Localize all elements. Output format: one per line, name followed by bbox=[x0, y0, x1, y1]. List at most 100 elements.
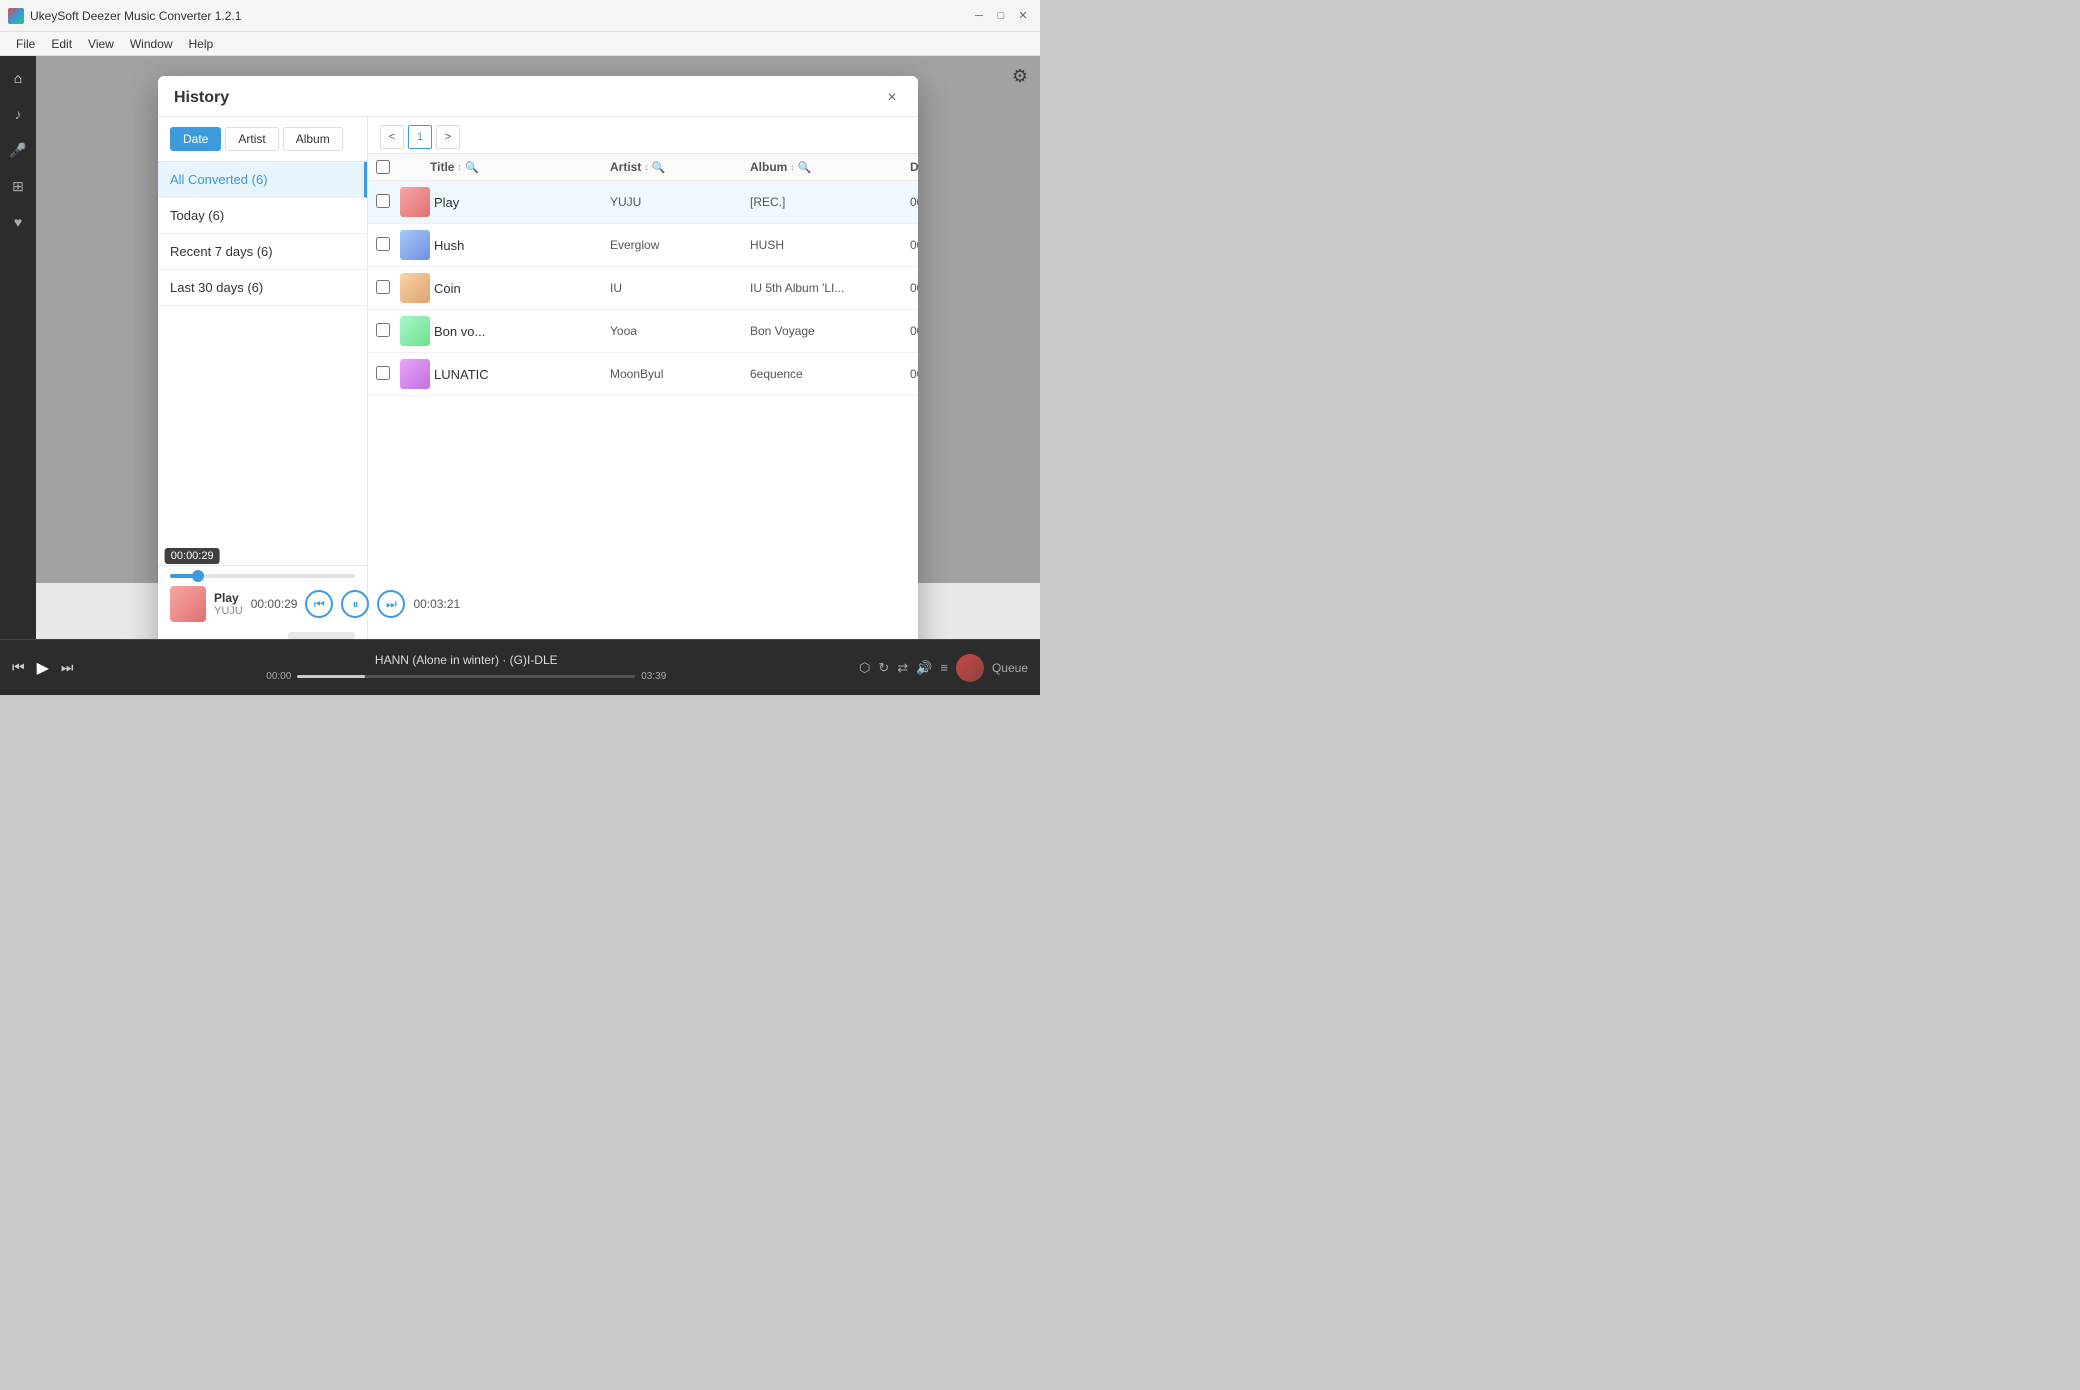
table-row: Coin IU IU 5th Album 'LI... 00:03:13 ▶ 📁… bbox=[368, 267, 918, 310]
th-album: Album ↕ 🔍 bbox=[750, 160, 910, 174]
left-panel: Date Artist Album All Converted (6) Toda… bbox=[158, 117, 368, 639]
row-checkbox[interactable] bbox=[376, 366, 390, 380]
table-row: Hush Everglow HUSH 00:02:44 ▶ 📁 🗑 bbox=[368, 224, 918, 267]
player-play-button[interactable]: ▶ bbox=[37, 658, 49, 678]
app-content: ⚙ History × Da bbox=[36, 56, 1040, 639]
menu-view[interactable]: View bbox=[80, 35, 122, 53]
filter-tab-album[interactable]: Album bbox=[283, 127, 343, 151]
row-title: Play bbox=[430, 195, 610, 210]
main-area: ⌂ ♪ 🎤 ⊞ ♥ ⚙ History × bbox=[0, 56, 1040, 639]
row-checkbox[interactable] bbox=[376, 237, 390, 251]
modal-title: History bbox=[174, 89, 229, 107]
row-duration: 00:03:21 bbox=[910, 195, 918, 209]
title-search-icon[interactable]: 🔍 bbox=[465, 161, 479, 174]
artist-search-icon[interactable]: 🔍 bbox=[652, 161, 666, 174]
row-artist: YUJU bbox=[610, 195, 750, 209]
filter-tab-date[interactable]: Date bbox=[170, 127, 221, 151]
menu-edit[interactable]: Edit bbox=[43, 35, 80, 53]
album-search-icon[interactable]: 🔍 bbox=[798, 161, 812, 174]
row-title: LUNATIC bbox=[430, 367, 610, 382]
menu-window[interactable]: Window bbox=[122, 35, 181, 53]
sidebar-heart[interactable]: ♥ bbox=[4, 208, 32, 236]
row-album-art bbox=[400, 316, 430, 346]
player-shuffle-button[interactable]: ⇄ bbox=[897, 660, 908, 676]
row-checkbox[interactable] bbox=[376, 194, 390, 208]
row-album: IU 5th Album 'LI... bbox=[750, 281, 910, 295]
player-cast-button[interactable]: ⬡ bbox=[859, 660, 870, 676]
row-checkbox[interactable] bbox=[376, 280, 390, 294]
delete-button[interactable]: Delete bbox=[288, 632, 355, 639]
history-item-7days[interactable]: Recent 7 days (6) bbox=[158, 234, 367, 270]
page-current-button[interactable]: 1 bbox=[408, 125, 432, 149]
player-next-button[interactable]: ⏭ bbox=[61, 659, 74, 676]
mini-current-time: 00:00:29 bbox=[251, 597, 298, 611]
player-bar: ⏮ ▶ ⏭ HANN (Alone in winter) · (G)I-DLE … bbox=[0, 639, 1040, 695]
close-button[interactable]: ✕ bbox=[1014, 7, 1032, 25]
th-title-label: Title bbox=[430, 160, 454, 174]
filter-tab-artist[interactable]: Artist bbox=[225, 127, 278, 151]
row-checkbox-cell bbox=[376, 194, 400, 211]
app-title: UkeySoft Deezer Music Converter 1.2.1 bbox=[30, 9, 970, 23]
app-window: UkeySoft Deezer Music Converter 1.2.1 ─ … bbox=[0, 0, 1040, 695]
row-album-art bbox=[400, 359, 430, 389]
player-avatar bbox=[956, 654, 984, 682]
artist-sort-icon[interactable]: ↕ bbox=[644, 162, 649, 172]
mini-pause-button[interactable]: ⏸ bbox=[341, 590, 369, 618]
mini-player-artist: YUJU bbox=[214, 605, 243, 617]
table-row: Play YUJU [REC.] 00:03:21 📊 📁 🗑 bbox=[368, 181, 918, 224]
th-duration: Duration ↕ bbox=[910, 160, 918, 174]
modal-overlay: History × Date Artist Album bbox=[36, 56, 1040, 583]
history-item-all[interactable]: All Converted (6) bbox=[158, 162, 367, 198]
mini-player-seekbar[interactable]: 00:00:29 bbox=[170, 574, 355, 578]
page-prev-button[interactable]: < bbox=[380, 125, 404, 149]
history-item-today[interactable]: Today (6) bbox=[158, 198, 367, 234]
player-equalizer-button[interactable]: ≡ bbox=[940, 660, 948, 675]
row-checkbox-cell bbox=[376, 366, 400, 383]
mini-player-info: Play YUJU bbox=[214, 591, 243, 617]
maximize-button[interactable]: □ bbox=[992, 7, 1010, 25]
row-checkbox[interactable] bbox=[376, 323, 390, 337]
menu-bar: File Edit View Window Help bbox=[0, 32, 1040, 56]
row-artist: Yooa bbox=[610, 324, 750, 338]
player-time-end: 03:39 bbox=[641, 671, 666, 682]
sidebar-mic[interactable]: 🎤 bbox=[4, 136, 32, 164]
page-next-button[interactable]: > bbox=[436, 125, 460, 149]
row-title: Coin bbox=[430, 281, 610, 296]
filter-tabs: Date Artist Album bbox=[158, 117, 367, 162]
history-item-30days[interactable]: Last 30 days (6) bbox=[158, 270, 367, 306]
sidebar-grid[interactable]: ⊞ bbox=[4, 172, 32, 200]
row-checkbox-cell bbox=[376, 237, 400, 254]
player-track-info: HANN (Alone in winter) · (G)I-DLE 00:00 … bbox=[74, 653, 859, 682]
player-progress-fill bbox=[297, 675, 365, 678]
right-panel: < 1 > bbox=[368, 117, 918, 639]
player-repeat-button[interactable]: ↻ bbox=[878, 660, 889, 676]
sidebar-music[interactable]: ♪ bbox=[4, 100, 32, 128]
row-artist: MoonByul bbox=[610, 367, 750, 381]
th-checkbox bbox=[376, 160, 400, 174]
menu-file[interactable]: File bbox=[8, 35, 43, 53]
minimize-button[interactable]: ─ bbox=[970, 7, 988, 25]
row-duration: 00:03:13 bbox=[910, 281, 918, 295]
row-duration: 00:02:44 bbox=[910, 238, 918, 252]
row-checkbox-cell bbox=[376, 280, 400, 297]
modal-close-button[interactable]: × bbox=[882, 88, 902, 108]
mini-player-album-art bbox=[170, 586, 206, 622]
th-album-label: Album bbox=[750, 160, 787, 174]
history-modal: History × Date Artist Album bbox=[158, 76, 918, 639]
player-progress-bar[interactable] bbox=[297, 675, 635, 678]
mini-skip-prev-button[interactable]: ⏮ bbox=[305, 590, 333, 618]
th-title: Title ↕ 🔍 bbox=[430, 160, 610, 174]
title-sort-icon[interactable]: ↕ bbox=[457, 162, 462, 172]
sidebar-home[interactable]: ⌂ bbox=[4, 64, 32, 92]
player-prev-button[interactable]: ⏮ bbox=[12, 659, 25, 676]
player-controls: ⏮ ▶ ⏭ bbox=[12, 658, 74, 678]
player-time-start: 00:00 bbox=[266, 671, 291, 682]
album-sort-icon[interactable]: ↕ bbox=[790, 162, 795, 172]
select-all-checkbox[interactable] bbox=[376, 160, 390, 174]
player-track-name: HANN (Alone in winter) · (G)I-DLE bbox=[375, 653, 558, 667]
player-volume-button[interactable]: 🔊 bbox=[916, 660, 932, 676]
player-progress: 00:00 03:39 bbox=[266, 671, 666, 682]
menu-help[interactable]: Help bbox=[181, 35, 222, 53]
mini-player-title: Play bbox=[214, 591, 243, 605]
queue-label: Queue bbox=[992, 661, 1028, 675]
